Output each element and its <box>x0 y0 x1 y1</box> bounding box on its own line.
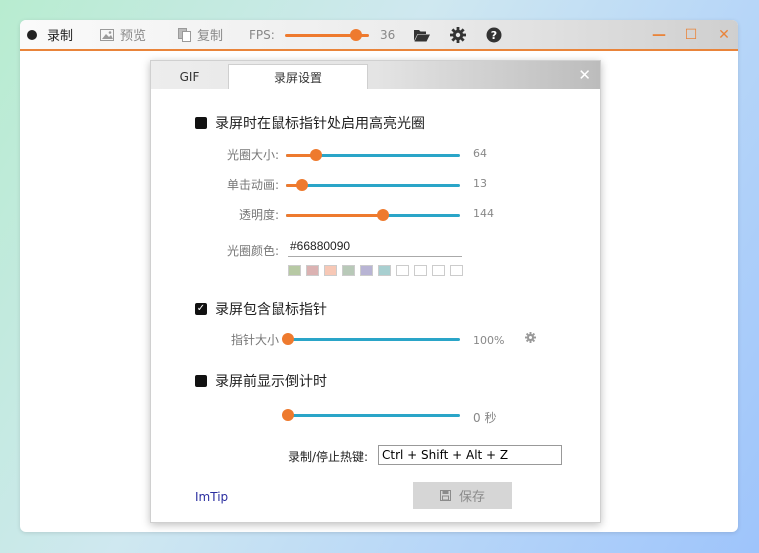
hotkey-input[interactable] <box>378 445 562 465</box>
fps-label: FPS: <box>249 27 275 42</box>
cursor-size-slider[interactable] <box>282 333 460 345</box>
click-anim-label: 单击动画: <box>226 178 279 192</box>
tab-gif[interactable]: GIF <box>151 64 228 89</box>
highlight-title: 录屏时在鼠标指针处启用高亮光圈 <box>215 116 425 132</box>
cursor-checkbox[interactable]: ✓ <box>195 303 207 315</box>
tab-gif-label: GIF <box>179 69 200 84</box>
maximize-icon: ☐ <box>684 27 698 43</box>
cursor-settings-button[interactable] <box>525 332 536 347</box>
dialog-close-button[interactable]: ✕ <box>578 66 591 84</box>
fps-value: 36 <box>380 27 396 42</box>
color-swatch[interactable] <box>432 265 445 276</box>
countdown-value: 0 秒 <box>473 411 497 425</box>
settings-button[interactable] <box>449 26 467 44</box>
cursor-size-thumb[interactable] <box>282 333 294 345</box>
save-icon <box>439 490 451 501</box>
hotkey-label: 录制/停止热键: <box>288 450 369 464</box>
click-anim-value: 13 <box>473 177 487 190</box>
color-swatch[interactable] <box>360 265 373 276</box>
opacity-label: 透明度: <box>238 208 279 222</box>
close-icon: ✕ <box>718 27 730 43</box>
ring-size-thumb[interactable] <box>309 149 322 161</box>
help-icon: ? <box>486 27 502 43</box>
svg-text:?: ? <box>491 29 497 42</box>
fps-slider[interactable] <box>285 29 369 41</box>
preview-button[interactable]: 预览 <box>100 20 146 49</box>
maximize-button[interactable]: ☐ <box>680 24 702 46</box>
minimize-button[interactable]: — <box>648 24 670 46</box>
title-bar: 录制 预览 复制 FPS: 36 ? — ☐ ✕ <box>20 20 738 51</box>
open-folder-button[interactable] <box>413 26 431 44</box>
color-swatch[interactable] <box>324 265 337 276</box>
settings-dialog: GIF 录屏设置 ✕ 录屏时在鼠标指针处启用高亮光圈 光圈大小: 64 单击动画… <box>150 60 601 523</box>
color-swatches <box>288 265 468 277</box>
copy-button[interactable]: 复制 <box>178 20 223 49</box>
color-swatch[interactable] <box>414 265 427 276</box>
record-button[interactable]: 录制 <box>27 20 73 49</box>
countdown-thumb[interactable] <box>282 409 294 421</box>
ring-size-value: 64 <box>473 147 487 160</box>
opacity-thumb[interactable] <box>377 209 390 221</box>
imtip-link[interactable]: ImTip <box>195 490 228 504</box>
save-label: 保存 <box>458 490 485 505</box>
opacity-slider[interactable] <box>286 209 460 221</box>
tab-record-settings[interactable]: 录屏设置 <box>228 64 368 89</box>
cursor-size-value: 100% <box>473 334 505 347</box>
click-anim-thumb[interactable] <box>295 179 308 191</box>
countdown-title: 录屏前显示倒计时 <box>215 374 327 390</box>
folder-open-icon <box>414 29 430 41</box>
minimize-icon: — <box>652 27 666 43</box>
close-icon: ✕ <box>578 66 591 84</box>
ring-size-slider[interactable] <box>286 149 460 161</box>
color-swatch[interactable] <box>342 265 355 276</box>
color-swatch[interactable] <box>450 265 463 276</box>
copy-icon <box>178 27 191 42</box>
countdown-track <box>288 414 460 417</box>
cursor-size-track <box>288 338 460 341</box>
ring-size-label: 光圈大小: <box>226 148 279 162</box>
help-button[interactable]: ? <box>485 26 503 44</box>
cursor-checkbox-row[interactable]: ✓ 录屏包含鼠标指针 <box>195 299 327 319</box>
preview-label: 预览 <box>120 29 147 44</box>
record-label: 录制 <box>47 29 74 44</box>
color-swatch[interactable] <box>288 265 301 276</box>
countdown-checkbox[interactable] <box>195 375 207 387</box>
record-dot-icon <box>27 29 37 40</box>
opacity-value: 144 <box>473 207 494 220</box>
gear-icon <box>450 27 466 43</box>
color-swatch[interactable] <box>378 265 391 276</box>
click-anim-track <box>286 184 460 187</box>
dialog-header: GIF 录屏设置 ✕ <box>151 61 600 89</box>
countdown-slider[interactable] <box>282 409 460 421</box>
cursor-size-label: 指针大小 <box>230 333 279 347</box>
ring-color-label: 光圈颜色: <box>226 244 279 258</box>
opacity-fill <box>286 214 384 217</box>
ring-color-input[interactable] <box>288 236 462 257</box>
color-swatch[interactable] <box>396 265 409 276</box>
countdown-checkbox-row[interactable]: 录屏前显示倒计时 <box>195 371 327 391</box>
fps-slider-thumb[interactable] <box>350 29 363 41</box>
highlight-checkbox[interactable] <box>195 117 207 129</box>
highlight-checkbox-row[interactable]: 录屏时在鼠标指针处启用高亮光圈 <box>195 113 425 133</box>
cursor-title: 录屏包含鼠标指针 <box>215 302 327 318</box>
copy-label: 复制 <box>197 29 224 44</box>
click-anim-slider[interactable] <box>286 179 460 191</box>
save-button[interactable]: 保存 <box>413 482 512 509</box>
image-icon <box>100 28 114 41</box>
color-swatch[interactable] <box>306 265 319 276</box>
gear-icon <box>525 332 536 343</box>
close-window-button[interactable]: ✕ <box>713 24 735 46</box>
tab-record-settings-label: 录屏设置 <box>273 70 322 85</box>
